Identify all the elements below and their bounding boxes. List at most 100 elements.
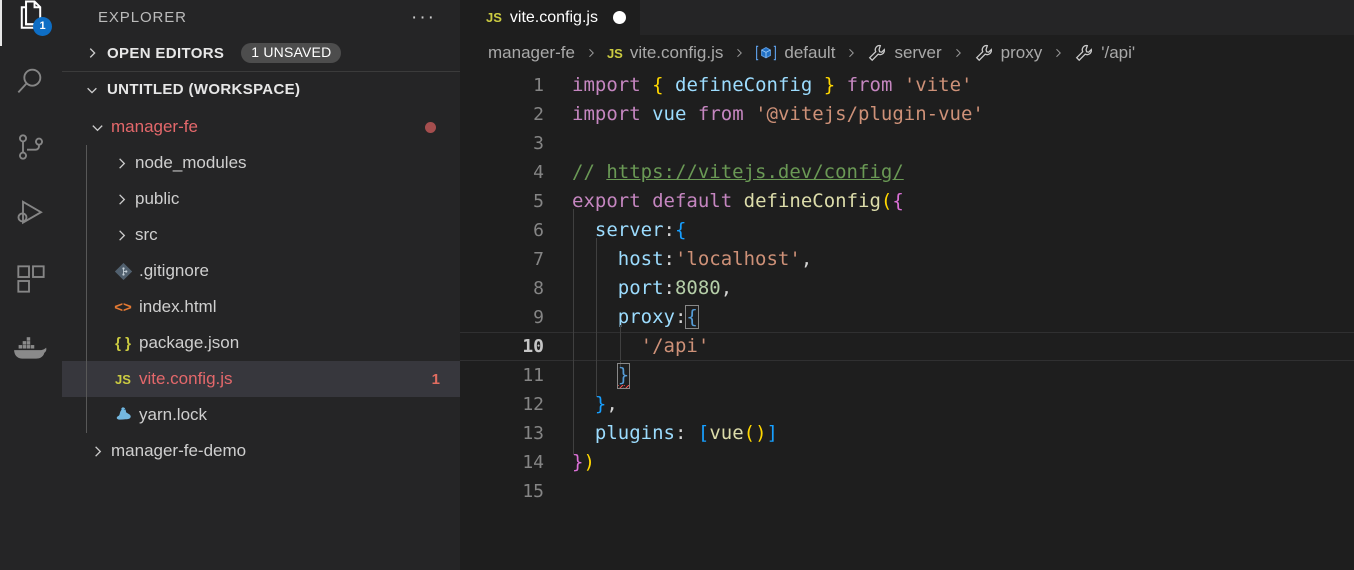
code-editor[interactable]: 1 import { defineConfig } from 'vite' 2 … (460, 71, 1354, 570)
file-tree: manager-fe node_modules public src .giti… (62, 107, 460, 570)
code-line-content: import { defineConfig } from 'vite' (572, 74, 973, 96)
tree-item-vite-config-js[interactable]: JS vite.config.js 1 (62, 361, 460, 397)
html-icon: <> (114, 298, 132, 316)
breadcrumb-item-default[interactable]: default (753, 43, 837, 63)
explorer-badge: 1 (33, 17, 52, 36)
git-icon (110, 262, 136, 280)
breadcrumb-item-manager-fe[interactable]: manager-fe (486, 43, 577, 63)
code-line[interactable]: 5 export default defineConfig({ (460, 187, 1354, 216)
code-line-current[interactable]: 10 '/api' (460, 325, 1354, 368)
tree-item-manager-fe[interactable]: manager-fe (62, 109, 460, 145)
code-line[interactable]: 14 }) (460, 448, 1354, 477)
line-number: 14 (522, 452, 544, 473)
js-icon: JS (486, 10, 502, 25)
code-line[interactable]: 7 host:'localhost', (460, 238, 1354, 281)
editor-tab-bar: JS vite.config.js (460, 0, 1354, 35)
tree-item-label: manager-fe (111, 117, 198, 136)
tree-item-public[interactable]: public (62, 181, 460, 217)
code-line[interactable]: 3 (460, 129, 1354, 158)
tree-item-index-html[interactable]: <> index.html (62, 289, 460, 325)
folder-modified-dot (425, 121, 436, 133)
breadcrumb-separator-icon (837, 45, 865, 61)
code-line[interactable]: 2 import vue from '@vitejs/plugin-vue' (460, 100, 1354, 129)
code-line-content: }) (572, 451, 595, 473)
tree-item-label: manager-fe-demo (111, 441, 247, 460)
chevron-right-icon[interactable] (86, 444, 108, 459)
code-line[interactable]: 1 import { defineConfig } from 'vite' (460, 71, 1354, 100)
line-number: 9 (533, 307, 544, 328)
breadcrumb-separator-icon (725, 45, 753, 61)
chevron-right-icon[interactable] (110, 156, 132, 171)
breadcrumb: manager-fe JS vite.config.js default ser… (460, 35, 1354, 71)
wrench-icon (869, 44, 886, 62)
sidebar-more-actions-icon[interactable]: ··· (411, 8, 446, 27)
activity-item-search[interactable] (0, 50, 62, 112)
activity-item-run-and-debug[interactable] (0, 182, 62, 244)
line-number: 11 (522, 365, 544, 386)
code-line[interactable]: 12 }, (460, 383, 1354, 426)
chevron-right-icon[interactable] (110, 192, 132, 207)
line-number: 15 (522, 481, 544, 502)
comment-url-link[interactable]: https://vitejs.dev/config/ (606, 161, 903, 183)
tree-item-src[interactable]: src (62, 217, 460, 253)
section-workspace[interactable]: UNTITLED (WORKSPACE) (62, 71, 460, 107)
breadcrumb-label: manager-fe (488, 43, 575, 62)
line-number: 4 (533, 162, 544, 183)
js-icon: JS (115, 371, 131, 387)
breadcrumb-label: default (784, 43, 836, 62)
line-number: 3 (533, 133, 544, 154)
code-line-content: plugins: [vue()] (572, 412, 778, 455)
git-icon (114, 262, 132, 280)
code-line[interactable]: 6 server:{ (460, 209, 1354, 252)
code-line[interactable]: 4 // https://vitejs.dev/config/ (460, 158, 1354, 187)
breadcrumb-label: vite.config.js (629, 43, 724, 62)
chevron-right-icon[interactable] (110, 228, 132, 243)
section-open-editors[interactable]: OPEN EDITORS 1 UNSAVED (62, 35, 460, 71)
tree-item-label: public (135, 189, 180, 208)
activity-item-explorer[interactable]: 1 (0, 0, 62, 46)
breadcrumb-item-proxy[interactable]: proxy (972, 43, 1045, 63)
tree-item-node-modules[interactable]: node_modules (62, 145, 460, 181)
code-line[interactable]: 8 port:8080, (460, 267, 1354, 310)
activity-item-docker[interactable] (0, 318, 62, 380)
code-line-content: '/api' (572, 325, 709, 368)
tree-item-gitignore[interactable]: .gitignore (62, 253, 460, 289)
vscode-window: 1 EXPLORER ··· OPEN EDITORS 1 UNSAVED UN… (0, 0, 1354, 570)
activity-item-source-control[interactable] (0, 116, 62, 178)
tree-item-package-json[interactable]: { } package.json (62, 325, 460, 361)
editor-group: JS vite.config.js manager-fe JS vite.con… (460, 0, 1354, 570)
code-line[interactable]: 13 plugins: [vue()] (460, 412, 1354, 455)
line-number: 6 (533, 220, 544, 241)
tree-item-manager-fe-demo[interactable]: manager-fe-demo (62, 433, 460, 469)
code-line-content: } (572, 354, 631, 397)
line-number: 12 (522, 394, 544, 415)
activity-item-extensions[interactable] (0, 248, 62, 310)
unsaved-dot-icon[interactable] (612, 11, 626, 24)
symbol-module-icon (755, 44, 777, 62)
breadcrumb-separator-icon (944, 45, 972, 61)
wrench-icon (1076, 44, 1093, 62)
activity-bar: 1 (0, 0, 62, 570)
extensions-icon (17, 265, 45, 293)
code-line[interactable]: 15 (460, 477, 1354, 506)
js-icon: JS (606, 45, 623, 61)
line-number: 7 (533, 249, 544, 270)
chevron-down-icon (84, 83, 100, 97)
code-line-content: proxy:{ (572, 296, 699, 339)
bracket-match-close-error: } (616, 363, 631, 389)
tree-item-label: package.json (139, 333, 240, 352)
breadcrumb-item-server[interactable]: server (865, 43, 943, 63)
breadcrumb-item-api[interactable]: '/api' (1072, 43, 1137, 63)
tree-item-yarn-lock[interactable]: yarn.lock (62, 397, 460, 433)
code-line[interactable]: 9 proxy:{ (460, 296, 1354, 339)
code-line-content: host:'localhost', (572, 238, 812, 281)
json-icon: { } (115, 334, 131, 352)
wrench-icon (975, 44, 992, 62)
code-line[interactable]: 11 } (460, 354, 1354, 397)
breadcrumb-item-vite-config-js[interactable]: JS vite.config.js (605, 43, 725, 63)
tab-vite-config-js[interactable]: JS vite.config.js (460, 0, 641, 35)
chevron-down-icon[interactable] (86, 120, 108, 135)
symbol-property-icon (1074, 43, 1094, 63)
line-number: 2 (533, 104, 544, 125)
tree-item-label: .gitignore (139, 261, 209, 280)
